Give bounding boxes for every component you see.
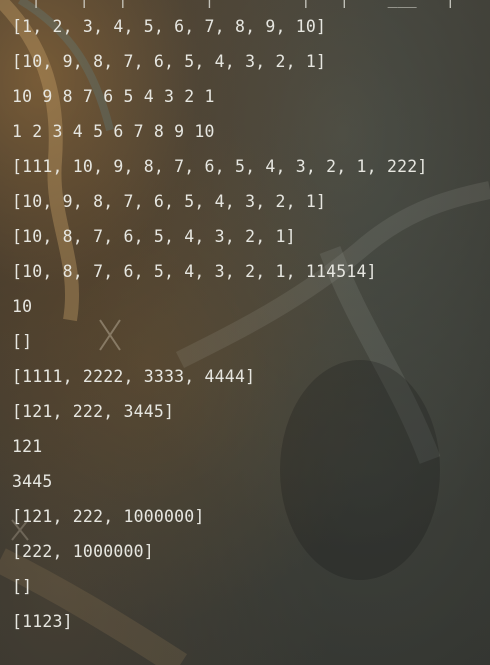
output-line: [121, 222, 3445] <box>12 402 175 421</box>
clipped-output-line: | | | | | | ___ | , <box>12 0 490 8</box>
output-line: [1123] <box>12 612 73 631</box>
output-line: [10, 9, 8, 7, 6, 5, 4, 3, 2, 1] <box>12 192 327 211</box>
output-line: [1111, 2222, 3333, 4444] <box>12 367 256 386</box>
output-line: 121 <box>12 437 43 456</box>
terminal-window[interactable]: | | | | | | ___ | , [1, 2, 3, 4, 5, 6, 7… <box>0 0 490 665</box>
output-line: 10 <box>12 297 33 316</box>
output-line: 10 9 8 7 6 5 4 3 2 1 <box>12 87 215 106</box>
output-line: [10, 8, 7, 6, 5, 4, 3, 2, 1] <box>12 227 296 246</box>
output-line: [10, 9, 8, 7, 6, 5, 4, 3, 2, 1] <box>12 52 327 71</box>
output-line: [] <box>12 577 33 596</box>
terminal-output: [1, 2, 3, 4, 5, 6, 7, 8, 9, 10] [10, 9, … <box>12 15 428 645</box>
output-line: [] <box>12 332 33 351</box>
output-line: [10, 8, 7, 6, 5, 4, 3, 2, 1, 114514] <box>12 262 377 281</box>
output-line: 3445 <box>12 472 53 491</box>
output-line: 1 2 3 4 5 6 7 8 9 10 <box>12 122 215 141</box>
output-line: [121, 222, 1000000] <box>12 507 205 526</box>
output-line: [111, 10, 9, 8, 7, 6, 5, 4, 3, 2, 1, 222… <box>12 157 428 176</box>
output-line: [222, 1000000] <box>12 542 154 561</box>
output-line: [1, 2, 3, 4, 5, 6, 7, 8, 9, 10] <box>12 17 327 36</box>
